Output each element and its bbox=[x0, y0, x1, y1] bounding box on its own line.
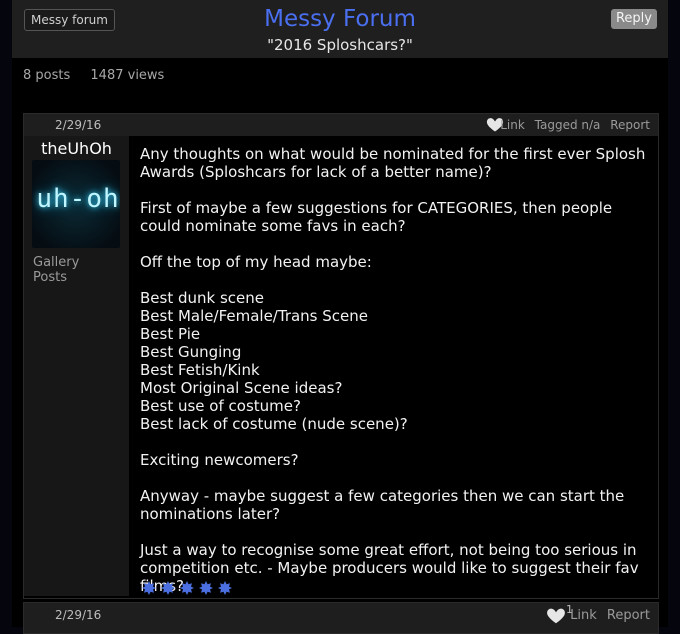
report-button[interactable]: Report bbox=[610, 118, 650, 132]
category-item: Best dunk scene bbox=[140, 289, 264, 307]
reply-button[interactable]: Reply bbox=[611, 9, 657, 29]
category-item: Best use of costume? bbox=[140, 397, 301, 415]
category-item: Best lack of costume (nude scene)? bbox=[140, 415, 408, 433]
post-paragraph: Anyway - maybe suggest a few categories … bbox=[140, 487, 625, 523]
thread-stats: 8 posts 1487 views bbox=[23, 67, 180, 85]
post-header-bar: 2/29/16 Link Tagged n/a Report bbox=[24, 114, 658, 136]
category-item: Best Male/Female/Trans Scene bbox=[140, 307, 368, 325]
link-button[interactable]: Link bbox=[500, 118, 525, 132]
post-body: Any thoughts on what would be nominated … bbox=[140, 145, 655, 595]
post-paragraph: Any thoughts on what would be nominated … bbox=[140, 145, 646, 181]
report-button[interactable]: Report bbox=[607, 608, 650, 623]
forum-title: Messy Forum bbox=[264, 6, 416, 32]
forum-post: 2/29/16 Link Tagged n/a Report theUhOh u… bbox=[23, 113, 659, 599]
post-paragraph: Off the top of my head maybe: bbox=[140, 253, 372, 271]
post-date: 2/29/16 bbox=[55, 118, 102, 132]
avatar-neon-text: uh-oh bbox=[36, 184, 120, 214]
splat-icon bbox=[180, 581, 194, 595]
avatar[interactable]: uh-oh bbox=[32, 160, 120, 248]
author-sidebar: theUhOh uh-oh Gallery Posts bbox=[24, 136, 129, 596]
profile-links: Gallery Posts bbox=[33, 255, 129, 285]
tagged-label[interactable]: Tagged n/a bbox=[535, 118, 601, 132]
category-list: Best dunk scene Best Male/Female/Trans S… bbox=[140, 289, 655, 433]
forum-post-2-header: 2/29/16 1 Link Report bbox=[23, 602, 659, 634]
thread-title: "2016 Sploshcars?" bbox=[267, 36, 413, 54]
splat-icon bbox=[161, 581, 175, 595]
post-paragraph: Exciting newcomers? bbox=[140, 451, 299, 469]
splat-icon bbox=[142, 581, 156, 595]
gallery-link[interactable]: Gallery bbox=[33, 255, 79, 270]
post-count: 8 posts bbox=[23, 68, 71, 83]
category-item: Best Pie bbox=[140, 325, 201, 343]
splat-icon bbox=[218, 581, 232, 595]
post-date: 2/29/16 bbox=[55, 608, 102, 622]
splat-emoji-row bbox=[142, 581, 232, 595]
splat-icon bbox=[199, 581, 213, 595]
author-username[interactable]: theUhOh bbox=[24, 139, 129, 158]
category-item: Most Original Scene ideas? bbox=[140, 379, 343, 397]
posts-link[interactable]: Posts bbox=[33, 270, 67, 285]
category-item: Best Gunging bbox=[140, 343, 242, 361]
view-count: 1487 views bbox=[90, 68, 165, 83]
post-actions: Link Tagged n/a Report bbox=[494, 118, 650, 132]
link-button[interactable]: Link bbox=[570, 608, 597, 623]
category-item: Best Fetish/Kink bbox=[140, 361, 260, 379]
post-paragraph: First of maybe a few suggestions for CAT… bbox=[140, 199, 613, 235]
post-actions: Link Report bbox=[564, 608, 650, 623]
